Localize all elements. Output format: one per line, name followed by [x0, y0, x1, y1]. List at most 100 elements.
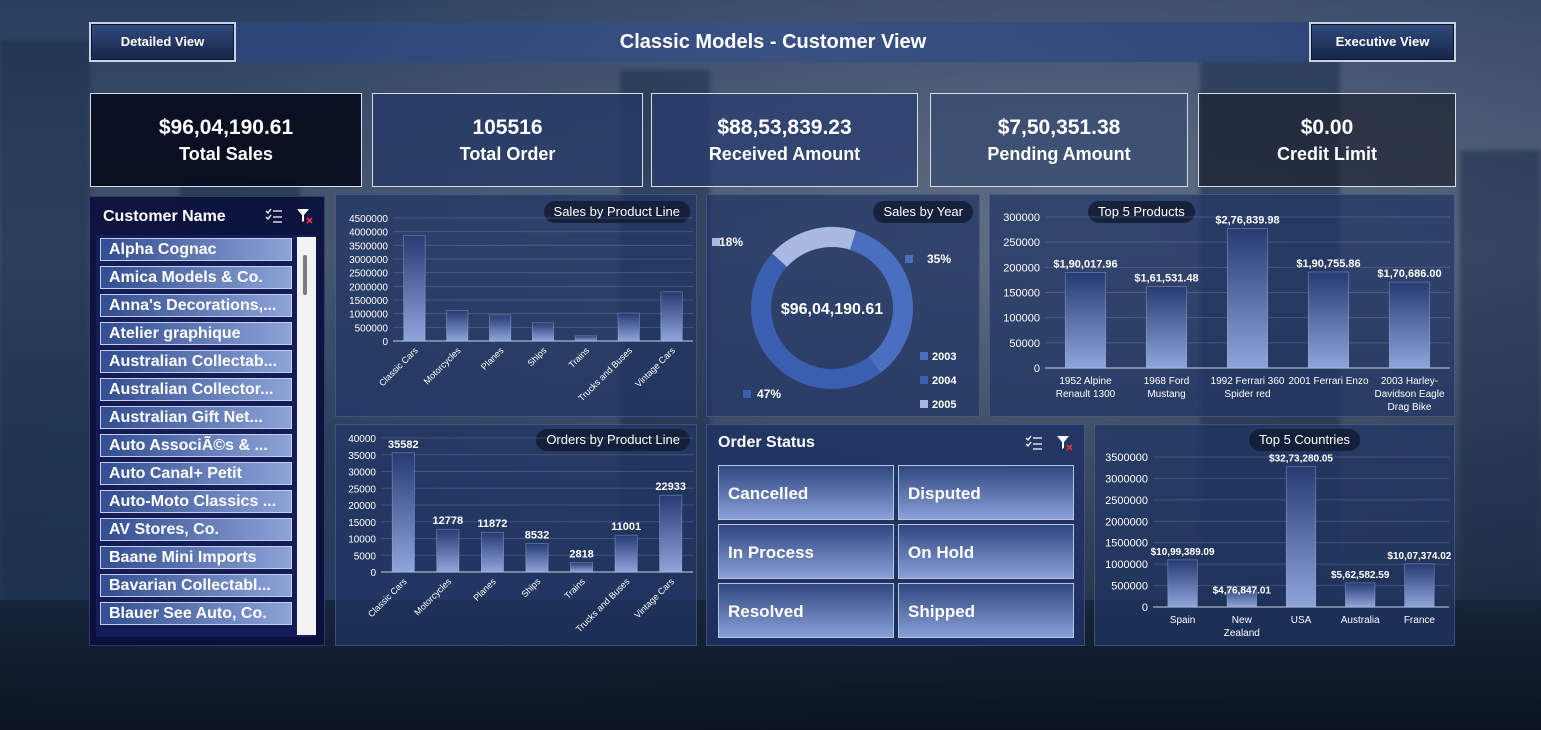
- data-label: $10,99,389.09: [1151, 547, 1215, 558]
- bar: [660, 291, 683, 342]
- top5-countries-panel: Top 5 Countries 0 500000 1000000 1500000 200…: [1094, 424, 1455, 646]
- scrollbar-track[interactable]: [297, 237, 316, 635]
- sales-by-product-line-panel: Sales by Product Line 0 500000 1000000 1500…: [335, 194, 697, 417]
- customer-slicer-item[interactable]: Alpha Cognac: [100, 238, 292, 261]
- customer-slicer-item[interactable]: Anna's Decorations,...: [100, 294, 292, 317]
- bar: [1307, 271, 1350, 369]
- page-title: Classic Models - Customer View: [619, 31, 927, 53]
- bar: [659, 494, 683, 573]
- kpi-label: Received Amount: [708, 144, 861, 164]
- executive-view-button[interactable]: Executive View: [1309, 22, 1456, 62]
- status-resolved-button[interactable]: Resolved: [718, 583, 894, 638]
- bar: [1226, 228, 1269, 369]
- x-tick-label: Classic Cars: [377, 345, 420, 388]
- pie-data-label: 18%: [719, 235, 743, 249]
- sales-by-year-panel: Sales by Year $96,04,190.61 35% 47% 18% 2003…: [706, 194, 980, 417]
- customer-slicer-item[interactable]: Australian Collectab...: [100, 350, 292, 373]
- legend-swatch: [920, 400, 928, 408]
- y-tick-label: 3000000: [349, 255, 388, 266]
- status-shipped-button[interactable]: Shipped: [898, 583, 1074, 638]
- customer-slicer-item[interactable]: Amica Models & Co.: [100, 266, 292, 289]
- kpi-label: Pending Amount: [987, 144, 1131, 164]
- x-tick-label: Planes: [479, 345, 506, 372]
- status-disputed-button[interactable]: Disputed: [898, 465, 1074, 520]
- x-tick-label: 1952 Alpine: [1059, 376, 1112, 387]
- x-tick-label: 2003 Harley-: [1381, 376, 1438, 387]
- order-status-slicer: Order Status Cancelled Disputed In Proce…: [706, 424, 1085, 646]
- y-tick-label: 300000: [1003, 212, 1040, 224]
- y-tick-label: 4000000: [349, 228, 388, 239]
- customer-slicer-item[interactable]: Auto Canal+ Petit: [100, 462, 292, 485]
- x-tick-label: 2001 Ferrari Enzo: [1288, 376, 1368, 387]
- top5-products-chart: 0 50000 100000 150000 200000 250000 300000 $1,9…: [1003, 212, 1450, 413]
- y-tick-label: 0: [370, 568, 376, 579]
- y-tick-label: 0: [1034, 363, 1040, 375]
- bar: [1404, 563, 1435, 608]
- pie-data-label: 47%: [757, 387, 781, 401]
- bar: [1388, 281, 1431, 369]
- customer-slicer-item[interactable]: Atelier graphique: [100, 322, 292, 345]
- y-tick-label: 2000000: [349, 282, 388, 293]
- legend-swatch: [920, 352, 928, 360]
- y-tick-label: 100000: [1003, 313, 1040, 325]
- y-tick-label: 1500000: [349, 296, 388, 307]
- customer-slicer-item[interactable]: Baane Mini Imports: [100, 546, 292, 569]
- clear-filter-icon[interactable]: [1056, 435, 1074, 451]
- legend-swatch: [905, 255, 913, 263]
- x-tick-label: France: [1404, 615, 1436, 626]
- customer-slicer-item[interactable]: Australian Gift Net...: [100, 406, 292, 429]
- x-tick-label: Trains: [567, 345, 592, 370]
- bar: [403, 235, 426, 342]
- customer-slicer-item[interactable]: Bavarian Collectabl...: [100, 574, 292, 597]
- orders-by-product-line-chart: 0 5000 10000 15000 20000 25000 30000 35000 40000…: [348, 434, 693, 634]
- bar: [446, 310, 469, 342]
- y-tick-label: 50000: [1009, 338, 1040, 350]
- data-label: $1,61,531.48: [1134, 273, 1198, 285]
- x-tick-label: Motorcycles: [412, 576, 453, 617]
- legend-swatch: [743, 390, 751, 398]
- y-tick-label: 3000000: [1105, 473, 1148, 485]
- kpi-credit-limit: $0.00 Credit Limit: [1198, 93, 1456, 187]
- y-tick-label: 2500000: [349, 269, 388, 280]
- y-tick-label: 3500000: [1105, 452, 1148, 464]
- bar: [1167, 559, 1198, 608]
- x-tick-label: Trains: [562, 576, 587, 601]
- customer-slicer-item[interactable]: Australian Collector...: [100, 378, 292, 401]
- customer-slicer-item[interactable]: AV Stores, Co.: [100, 518, 292, 541]
- status-on-hold-button[interactable]: On Hold: [898, 524, 1074, 579]
- y-tick-label: 30000: [348, 468, 376, 479]
- customer-slicer: Customer Name Alpha Cognac Amica Models &…: [89, 196, 325, 646]
- y-tick-label: 40000: [348, 434, 376, 445]
- detailed-view-button[interactable]: Detailed View: [89, 22, 236, 62]
- bar: [391, 452, 415, 573]
- x-tick-label: Spider red: [1224, 389, 1270, 400]
- bar: [1145, 286, 1188, 369]
- data-label: 11001: [611, 521, 641, 533]
- orders-by-product-line-panel: Orders by Product Line 0 5000 10000 15000 20…: [335, 424, 697, 646]
- multi-select-icon[interactable]: [1025, 435, 1043, 451]
- multi-select-icon[interactable]: [265, 208, 283, 224]
- x-tick-label: New: [1232, 615, 1253, 626]
- status-cancelled-button[interactable]: Cancelled: [718, 465, 894, 520]
- bar: [480, 531, 504, 573]
- y-tick-label: 4500000: [349, 214, 388, 225]
- customer-slicer-item[interactable]: Auto-Moto Classics ...: [100, 490, 292, 513]
- kpi-total-sales: $96,04,190.61 Total Sales: [90, 93, 362, 187]
- top5-countries-chart: 0 500000 1000000 1500000 2000000 2500000 30000…: [1105, 452, 1452, 639]
- data-label: 12778: [433, 515, 464, 527]
- bar: [570, 562, 594, 573]
- x-tick-label: Ships: [525, 345, 548, 368]
- customer-slicer-item[interactable]: Auto AssociÃ©s & ...: [100, 434, 292, 457]
- customer-slicer-item[interactable]: Blauer See Auto, Co.: [100, 602, 292, 625]
- bar: [1064, 272, 1107, 369]
- scrollbar-thumb[interactable]: [303, 255, 307, 295]
- x-tick-label: Classic Cars: [366, 576, 409, 619]
- sales-by-year-chart: $96,04,190.61 35% 47% 18% 2003 2004 2005: [712, 227, 957, 411]
- x-tick-label: Zealand: [1224, 628, 1260, 639]
- x-tick-label: Davidson Eagle: [1374, 389, 1444, 400]
- kpi-label: Total Sales: [179, 144, 273, 164]
- clear-filter-icon[interactable]: [296, 208, 314, 224]
- status-in-process-button[interactable]: In Process: [718, 524, 894, 579]
- y-tick-label: 35000: [348, 451, 376, 462]
- y-tick-label: 500000: [1111, 581, 1148, 593]
